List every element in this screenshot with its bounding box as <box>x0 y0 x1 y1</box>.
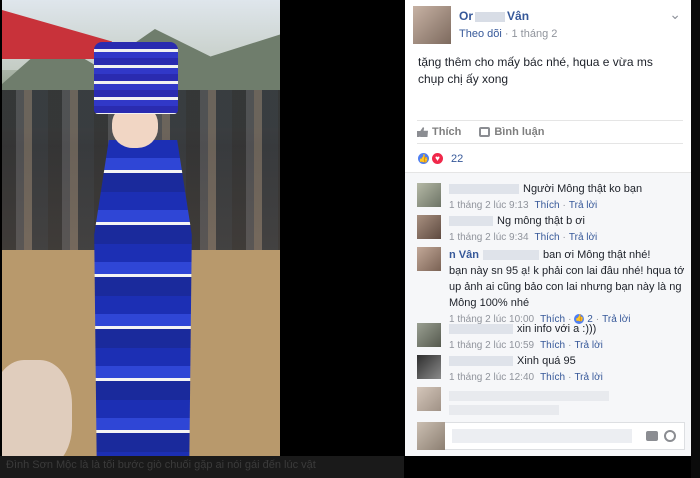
camera-icon[interactable] <box>646 431 658 441</box>
comment-text: bạn này sn 95 ạ! k phải con lai đâu nhé!… <box>449 265 685 309</box>
caption-text: Đình Sơn Mộc là là tối bước giò chuối gặ… <box>6 459 316 471</box>
reaction-summary[interactable]: 👍 ♥ 22 <box>417 152 463 165</box>
post-text: tặng thêm cho mấy bác nhé, hqua e vừa ms… <box>418 55 653 86</box>
emoji-icon[interactable] <box>664 430 676 442</box>
post-date[interactable]: 1 tháng 2 <box>511 28 557 40</box>
redacted-text <box>449 405 559 415</box>
comment-reply-link[interactable]: Trả lời <box>569 200 597 211</box>
author-name[interactable]: Or Vân <box>459 9 529 23</box>
follow-link[interactable]: Theo dõi <box>459 28 502 40</box>
commenter-name-redacted[interactable] <box>449 356 513 367</box>
thumbs-up-icon <box>417 127 428 137</box>
comment-composer[interactable] <box>417 422 685 450</box>
commenter-name-redacted[interactable] <box>449 324 513 335</box>
reaction-count: 22 <box>451 152 464 165</box>
comment-reply-link[interactable]: Trả lời <box>569 232 597 243</box>
comment-reply-link[interactable]: Trả lời <box>574 340 602 351</box>
post-sidebar: Or Vân Theo dõi · 1 tháng 2 ⌄ tặng thêm cho… <box>405 0 691 456</box>
viewer-avatar <box>417 422 445 450</box>
comment-like-link[interactable]: Thích <box>535 200 560 211</box>
post-actions: Thích Bình luận <box>417 120 683 144</box>
photo-viewer[interactable] <box>0 0 404 478</box>
photo-foreground-blur <box>2 360 72 456</box>
redacted-text <box>449 391 609 401</box>
commenter-avatar[interactable] <box>417 323 441 347</box>
commenter-avatar[interactable] <box>417 215 441 239</box>
love-reaction-icon: ♥ <box>431 152 444 165</box>
comment-like-link[interactable]: Thích <box>540 340 565 351</box>
comment-list: Người Mông thật ko bạn 1 tháng 2 lúc 9:1… <box>405 172 691 456</box>
right-edge <box>691 0 700 478</box>
comment-time[interactable]: 1 tháng 2 lúc 9:34 <box>449 232 529 243</box>
comment-icon <box>479 127 491 137</box>
post-meta: Theo dõi · 1 tháng 2 <box>459 28 558 40</box>
like-button[interactable]: Thích <box>417 126 461 138</box>
comment-time[interactable]: 1 tháng 2 lúc 12:40 <box>449 372 534 383</box>
photo-hat <box>94 42 178 114</box>
more-options-icon[interactable]: ⌄ <box>669 7 681 21</box>
comment-like-link[interactable]: Thích <box>535 232 560 243</box>
comment-time[interactable]: 1 tháng 2 lúc 10:59 <box>449 340 534 351</box>
post-photo[interactable] <box>2 0 280 456</box>
commenter-name-redacted <box>482 250 539 261</box>
commenter-name-redacted[interactable] <box>449 184 519 195</box>
comment-reply-link[interactable]: Trả lời <box>574 372 602 383</box>
bottom-bar <box>404 456 700 478</box>
post-header: Or Vân Theo dõi · 1 tháng 2 ⌄ <box>413 6 685 46</box>
comment-like-link[interactable]: Thích <box>540 372 565 383</box>
like-reaction-icon: 👍 <box>417 152 430 165</box>
commenter-name[interactable]: n Vân <box>449 249 479 261</box>
commenter-avatar[interactable] <box>417 183 441 207</box>
comment-time[interactable]: 1 tháng 2 lúc 9:13 <box>449 200 529 211</box>
commenter-avatar[interactable] <box>417 387 441 411</box>
author-avatar[interactable] <box>413 6 451 44</box>
comment-button[interactable]: Bình luận <box>479 126 544 138</box>
commenter-name-redacted[interactable] <box>449 216 493 227</box>
commenter-avatar[interactable] <box>417 247 441 271</box>
comment-input[interactable] <box>452 429 632 443</box>
commenter-avatar[interactable] <box>417 355 441 379</box>
name-redaction <box>475 11 506 22</box>
